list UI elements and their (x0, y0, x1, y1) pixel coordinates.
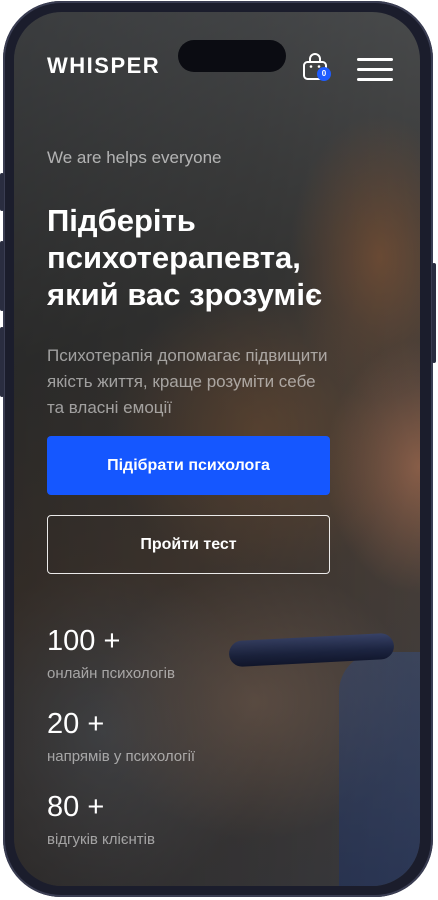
stat-psychologists: 100 + онлайн психологів (47, 625, 175, 682)
tagline: We are helps everyone (47, 148, 222, 167)
cart-button[interactable]: 0 (297, 48, 333, 84)
hero-description: Психотерапія допомагає підвищити якість … (47, 343, 387, 421)
hero-headline: Підберіть психотерапевта, який вас зрозу… (47, 202, 377, 313)
stat-directions: 20 + напрямів у психології (47, 708, 195, 765)
power-button (432, 263, 436, 363)
menu-button[interactable] (355, 58, 395, 88)
stat-value: 100 + (47, 625, 121, 657)
volume-up-button (0, 241, 4, 311)
headline-line: який вас зрозуміє (47, 277, 323, 312)
cart-count-badge: 0 (317, 67, 331, 81)
description-line: Психотерапія допомагає підвищити (47, 346, 328, 365)
stat-label: відгуків клієнтів (47, 831, 155, 848)
screen: WHISPER 0 We are helps everyone Підберіт… (14, 12, 420, 886)
description-line: та власні емоції (47, 398, 173, 417)
logo[interactable]: WHISPER (47, 53, 160, 79)
stat-reviews: 80 + відгуків клієнтів (47, 791, 155, 848)
hero-section: WHISPER 0 We are helps everyone Підберіт… (14, 12, 420, 886)
take-test-button[interactable]: Пройти тест (47, 515, 330, 574)
headline-line: Підберіть (47, 203, 196, 238)
description-line: якість життя, краще розуміти себе (47, 372, 316, 391)
stat-value: 80 + (47, 791, 105, 823)
phone-frame: WHISPER 0 We are helps everyone Підберіт… (0, 1, 436, 897)
find-psychologist-button[interactable]: Підібрати психолога (47, 436, 330, 495)
headline-line: психотерапевта, (47, 240, 301, 275)
stat-value: 20 + (47, 708, 105, 740)
stat-label: напрямів у психології (47, 748, 196, 765)
volume-down-button (0, 327, 4, 397)
stat-label: онлайн психологів (47, 665, 175, 682)
action-button (0, 173, 4, 211)
dynamic-island (178, 40, 286, 72)
